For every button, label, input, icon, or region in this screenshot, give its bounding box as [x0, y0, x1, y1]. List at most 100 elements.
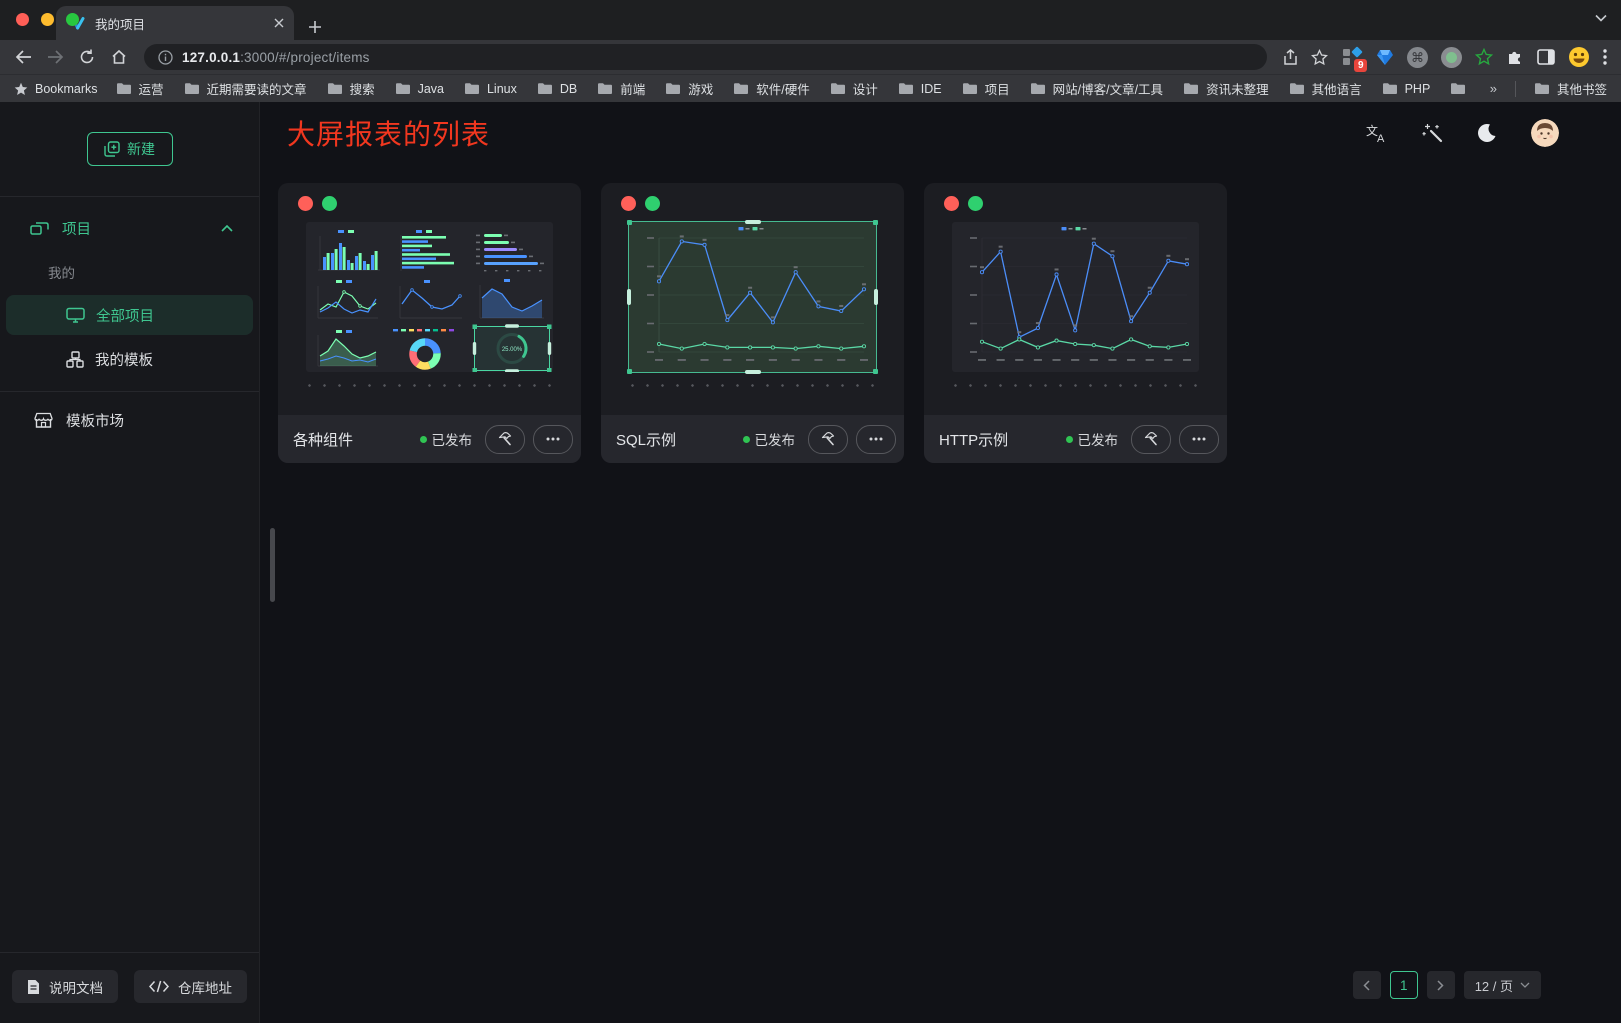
docs-button[interactable]: 说明文档 [12, 970, 118, 1003]
bookmark-folder[interactable]: Linux [464, 79, 517, 98]
share-icon[interactable] [1283, 49, 1298, 66]
bookmark-folder[interactable]: 其他语言 [1289, 79, 1362, 98]
bookmark-folder-label: 软件/硬件 [756, 79, 809, 98]
tab-search-chevron-icon[interactable] [1595, 14, 1607, 22]
bookmark-folder-label: DB [560, 82, 577, 96]
bookmark-folder[interactable]: PHP [1382, 79, 1431, 98]
bookmark-folder[interactable]: 搜索 [327, 79, 375, 98]
emoji-extension-icon[interactable] [1568, 46, 1590, 68]
hammer-icon [497, 431, 513, 447]
bookmark-folder[interactable]: 运营 [116, 79, 164, 98]
site-info-icon[interactable] [158, 50, 173, 65]
home-icon[interactable] [104, 43, 134, 71]
browser-menu-kebab-icon[interactable] [1603, 49, 1607, 65]
project-thumbnail[interactable]: 25.00% [306, 222, 553, 372]
bookmark-folder[interactable]: 网站/博客/文章/工具 [1030, 79, 1163, 98]
command-extension-icon[interactable]: ⌘ [1407, 47, 1428, 68]
cards-row: 25.00% 各种组件 已发布 [260, 183, 1621, 463]
bookmarks-root[interactable]: Bookmarks [14, 82, 98, 96]
close-window-button[interactable] [16, 13, 29, 26]
selection-handle[interactable] [627, 289, 631, 305]
selection-corner-handle[interactable] [627, 220, 632, 225]
bookmark-folder-label: Linux [487, 82, 517, 96]
project-card[interactable]: SQL示例 已发布 [601, 183, 904, 463]
page-number-button[interactable]: 1 [1390, 971, 1418, 999]
more-button[interactable] [856, 425, 896, 454]
pagination: 1 12 / 页 [1353, 971, 1541, 999]
new-tab-button[interactable] [308, 20, 322, 34]
selection-handle[interactable] [745, 220, 761, 224]
bookmarks-overflow-chevron[interactable]: » [1490, 81, 1497, 96]
minimize-window-button[interactable] [41, 13, 54, 26]
other-bookmarks-folder[interactable]: 其他书签 [1534, 79, 1607, 98]
selection-corner-handle[interactable] [627, 369, 632, 374]
zoom-window-button[interactable] [66, 13, 79, 26]
bookmark-folder[interactable]: 文件服务器 [1450, 79, 1471, 98]
repo-button[interactable]: 仓库地址 [134, 970, 247, 1003]
extensions-puzzle-icon[interactable] [1506, 48, 1524, 66]
hammer-icon [820, 431, 836, 447]
bookmark-folder[interactable]: IDE [898, 79, 942, 98]
browser-tab[interactable]: 我的项目 [56, 6, 294, 40]
sidebar-footer: 说明文档 仓库地址 [0, 952, 259, 1023]
sidebar: 新建 项目 我的 全部项目 [0, 102, 260, 1023]
gem-extension-icon[interactable] [1376, 49, 1394, 66]
selection-handle[interactable] [874, 289, 878, 305]
project-card[interactable]: HTTP示例 已发布 [924, 183, 1227, 463]
more-button[interactable] [533, 425, 573, 454]
url-bar[interactable]: 127.0.0.1:3000/#/project/items [144, 44, 1267, 70]
extension-grid-icon[interactable]: 9 [1341, 46, 1363, 68]
edit-hammer-button[interactable] [1131, 425, 1171, 454]
back-icon[interactable] [8, 43, 38, 71]
sidebar-item-template-market[interactable]: 模板市场 [0, 396, 259, 444]
bookmark-folder-label: 前端 [620, 79, 645, 98]
reload-icon[interactable] [72, 43, 102, 71]
chevron-up-icon[interactable] [221, 225, 233, 232]
dark-mode-moon-icon[interactable] [1477, 123, 1497, 143]
edit-hammer-button[interactable] [808, 425, 848, 454]
project-card[interactable]: 25.00% 各种组件 已发布 [278, 183, 581, 463]
bookmark-star-icon[interactable] [1311, 49, 1328, 66]
bookmark-folder[interactable]: 近期需要读的文章 [184, 79, 307, 98]
tab-title: 我的项目 [95, 14, 265, 33]
language-translate-icon[interactable]: 文 A [1366, 123, 1388, 143]
next-page-button[interactable] [1427, 971, 1455, 999]
more-button[interactable] [1179, 425, 1219, 454]
user-avatar[interactable] [1531, 119, 1559, 147]
svg-text:25.00%: 25.00% [502, 347, 523, 353]
green-star-extension-icon[interactable] [1475, 48, 1493, 66]
status-dot-icon [1066, 436, 1073, 443]
recorder-extension-icon[interactable] [1441, 47, 1462, 68]
sidebar-item-all-projects[interactable]: 全部项目 [6, 295, 253, 335]
folder-icon [733, 82, 749, 95]
sidebar-section-project[interactable]: 项目 [0, 205, 259, 251]
prev-page-button[interactable] [1353, 971, 1381, 999]
side-panel-icon[interactable] [1537, 49, 1555, 65]
bookmark-folder[interactable]: Java [395, 79, 444, 98]
edit-hammer-button[interactable] [485, 425, 525, 454]
project-thumbnail[interactable] [629, 222, 876, 372]
new-project-button[interactable]: 新建 [87, 132, 173, 166]
scrollbar-thumb[interactable] [270, 528, 275, 602]
page-size-select[interactable]: 12 / 页 [1464, 971, 1541, 999]
selection-corner-handle[interactable] [873, 369, 878, 374]
magic-wand-icon[interactable] [1422, 123, 1443, 144]
red-dot-icon [944, 196, 959, 211]
bookmark-folder[interactable]: 资讯未整理 [1183, 79, 1269, 98]
forward-icon[interactable] [40, 43, 70, 71]
selection-corner-handle[interactable] [873, 220, 878, 225]
project-thumbnail[interactable] [952, 222, 1199, 372]
ellipsis-icon [869, 437, 883, 441]
bookmark-folder[interactable]: DB [537, 79, 577, 98]
sidebar-item-my-templates[interactable]: 我的模板 [6, 339, 253, 379]
chevron-down-icon [1520, 982, 1530, 988]
bookmark-folder[interactable]: 设计 [830, 79, 878, 98]
bookmark-folder[interactable]: 前端 [597, 79, 645, 98]
folder-icon [1030, 82, 1046, 95]
bookmark-folder[interactable]: 项目 [962, 79, 1010, 98]
selection-handle[interactable] [745, 370, 761, 374]
project-icon [30, 220, 49, 237]
tab-close-icon[interactable] [274, 18, 284, 28]
bookmark-folder[interactable]: 软件/硬件 [733, 79, 809, 98]
bookmark-folder[interactable]: 游戏 [665, 79, 713, 98]
